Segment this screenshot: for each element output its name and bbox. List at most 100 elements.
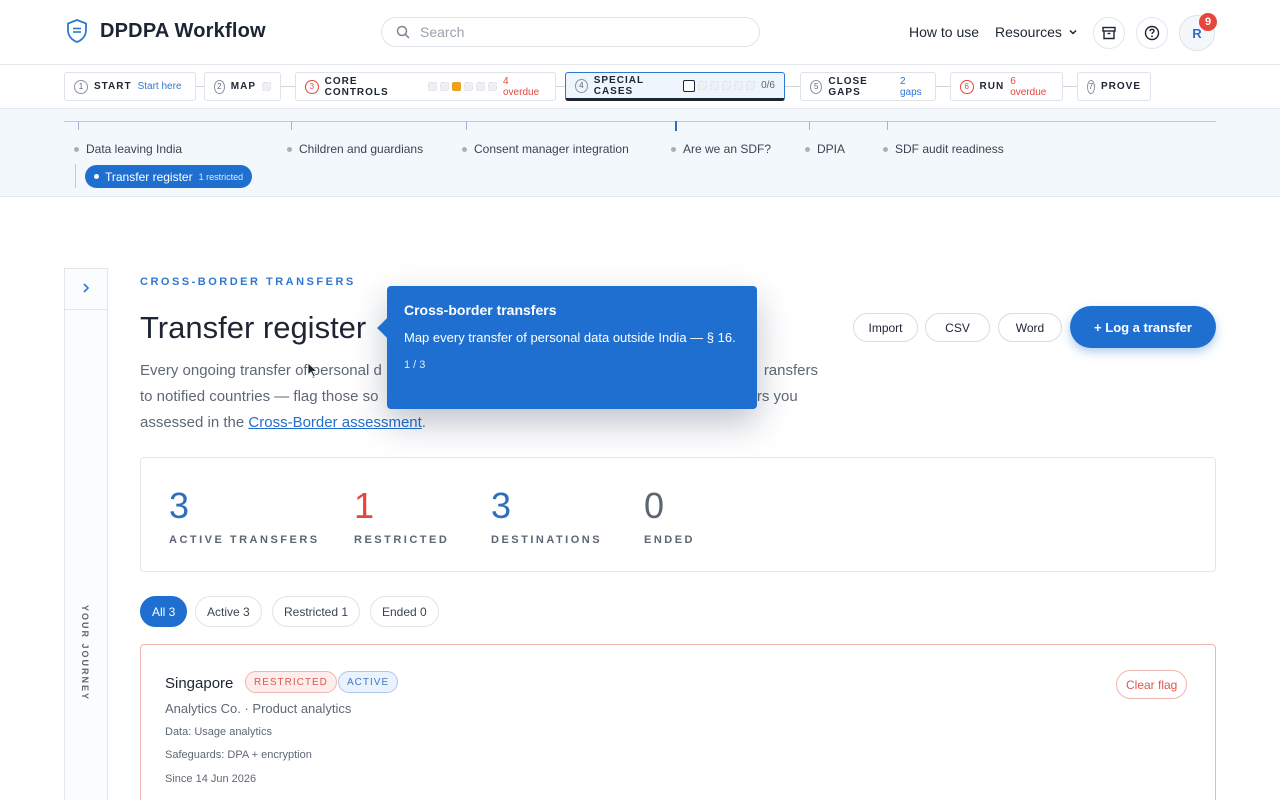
filter-restricted[interactable]: Restricted 1 <box>272 596 361 627</box>
shield-logo-icon <box>67 19 87 43</box>
search-icon <box>396 25 410 39</box>
archive-icon <box>1102 26 1116 40</box>
import-button[interactable]: Import <box>853 313 918 342</box>
stats-panel: 3 ACTIVE TRANSFERS 1 RESTRICTED 3 DESTIN… <box>140 457 1216 572</box>
subnav-item-children[interactable]: Children and guardians <box>287 142 423 156</box>
resources-menu[interactable]: Resources <box>995 24 1078 40</box>
transfer-safeguards: Safeguards: DPA + encryption <box>165 749 312 761</box>
active-badge: ACTIVE <box>338 671 399 693</box>
filter-all[interactable]: All 3 <box>140 596 188 627</box>
app-title: DPDPA Workflow <box>100 19 266 42</box>
step-meta: 4 overdue <box>503 75 540 98</box>
filter-ended[interactable]: Ended 0 <box>370 596 439 627</box>
subnav-tick <box>887 121 888 130</box>
desc-text: Every ongoing transfer of personal d <box>140 362 382 379</box>
filter-active[interactable]: Active 3 <box>195 596 262 627</box>
desc-text: . <box>421 414 426 431</box>
stat-value: 0 <box>644 485 665 526</box>
page-eyebrow: CROSS-BORDER TRANSFERS <box>140 276 356 288</box>
journey-label: YOUR JOURNEY <box>80 605 90 702</box>
step-connector <box>556 86 565 87</box>
step-special-cases[interactable]: 4 SPECIAL CASES 0/6 <box>565 72 785 101</box>
subnav-item-label: Consent manager integration <box>474 142 629 156</box>
step-connector <box>936 86 950 87</box>
brand[interactable]: DPDPA Workflow <box>66 19 266 43</box>
help-button[interactable] <box>1136 17 1168 49</box>
stat-restricted: 1 RESTRICTED <box>354 485 450 547</box>
top-header: DPDPA Workflow How to use Resources R <box>0 0 1280 65</box>
search-box[interactable] <box>381 17 760 47</box>
how-to-use-link[interactable]: How to use <box>909 24 979 40</box>
bullet <box>671 146 676 152</box>
step-number: 4 <box>575 78 588 93</box>
step-progress <box>683 79 756 92</box>
stat-destinations: 3 DESTINATIONS <box>491 485 602 547</box>
page-title: Transfer register <box>140 310 367 345</box>
archive-button[interactable] <box>1093 17 1125 49</box>
transfer-recipient: Analytics Co. · Product analytics <box>165 701 352 716</box>
step-close-gaps[interactable]: 5 CLOSE GAPS 2 gaps <box>800 72 936 101</box>
step-prove[interactable]: 7 PROVE <box>1077 72 1151 101</box>
stat-active-transfers: 3 ACTIVE TRANSFERS <box>169 486 320 547</box>
subnav-item-label: DPIA <box>817 142 846 156</box>
desc-text: to notified countries — flag those so <box>140 388 379 405</box>
stat-value: 1 <box>354 485 375 526</box>
bullet <box>94 174 99 179</box>
step-progress <box>262 82 271 91</box>
subnav-tick <box>78 121 79 130</box>
subnav-item-label: Data leaving India <box>86 142 183 156</box>
step-label: SPECIAL CASES <box>593 74 644 97</box>
bullet <box>287 146 292 152</box>
subnav-item-transfer-register[interactable]: Transfer register 1 restricted <box>85 165 253 188</box>
subnav-item-consent-manager[interactable]: Consent manager integration <box>462 142 629 156</box>
stat-label: RESTRICTED <box>354 534 450 546</box>
subnav-tick <box>291 121 292 130</box>
bullet <box>805 146 810 152</box>
special-cases-subnav: Data leaving India Children and guardian… <box>0 109 1280 197</box>
subnav-tick <box>675 121 677 131</box>
csv-button[interactable]: CSV <box>925 313 990 342</box>
step-number: 6 <box>960 79 974 94</box>
bullet <box>462 146 467 152</box>
step-meta: 2 gaps <box>899 75 922 98</box>
step-connector <box>785 86 800 87</box>
stat-label: ENDED <box>644 534 696 546</box>
log-transfer-button[interactable]: + Log a transfer <box>1070 306 1216 348</box>
stat-label: ACTIVE TRANSFERS <box>169 534 320 546</box>
sidebar-divider <box>65 309 107 310</box>
step-core-controls[interactable]: 3 CORE CONTROLS 4 overdue <box>295 72 556 101</box>
stat-value: 3 <box>491 485 512 526</box>
restricted-badge: RESTRICTED <box>245 671 337 693</box>
subnav-active-label: Transfer register <box>105 169 193 184</box>
how-to-use-label: How to use <box>909 24 980 40</box>
step-start[interactable]: 1 START Start here <box>64 72 196 101</box>
step-label: CLOSE GAPS <box>828 75 868 98</box>
bullet <box>883 146 888 152</box>
step-connector <box>196 86 204 87</box>
transfer-data: Data: Usage analytics <box>165 726 272 738</box>
chevron-down-icon <box>1069 29 1077 35</box>
bullet <box>74 146 79 152</box>
desc-text: ransfers <box>763 362 818 379</box>
resources-label: Resources <box>995 24 1062 40</box>
step-map[interactable]: 2 MAP <box>204 72 281 101</box>
subnav-track <box>64 121 1216 122</box>
subnav-item-dpia[interactable]: DPIA <box>805 142 845 156</box>
search-input[interactable] <box>420 24 720 40</box>
subnav-item-sdf-audit[interactable]: SDF audit readiness <box>883 142 1004 156</box>
transfer-card[interactable]: Singapore RESTRICTED ACTIVE Analytics Co… <box>140 644 1216 800</box>
cross-border-assessment-link[interactable]: Cross-Border assessment <box>248 414 421 431</box>
help-icon <box>1144 25 1160 41</box>
step-meta: 6 overdue <box>1010 75 1047 98</box>
stat-ended: 0 ENDED <box>644 485 696 547</box>
clear-flag-button[interactable]: Clear flag <box>1116 670 1188 699</box>
word-button[interactable]: Word <box>998 313 1062 342</box>
chevron-right-icon[interactable] <box>80 281 92 295</box>
subnav-item-label: Children and guardians <box>299 142 424 156</box>
subnav-item-data-leaving-india[interactable]: Data leaving India <box>74 142 182 156</box>
onboarding-tooltip[interactable]: Cross-border transfers Map every transfe… <box>387 286 757 409</box>
subnav-item-sdf[interactable]: Are we an SDF? <box>671 142 771 156</box>
step-number: 7 <box>1087 79 1095 94</box>
step-run[interactable]: 6 RUN 6 overdue <box>950 72 1063 101</box>
subnav-item-label: SDF audit readiness <box>895 142 1004 156</box>
